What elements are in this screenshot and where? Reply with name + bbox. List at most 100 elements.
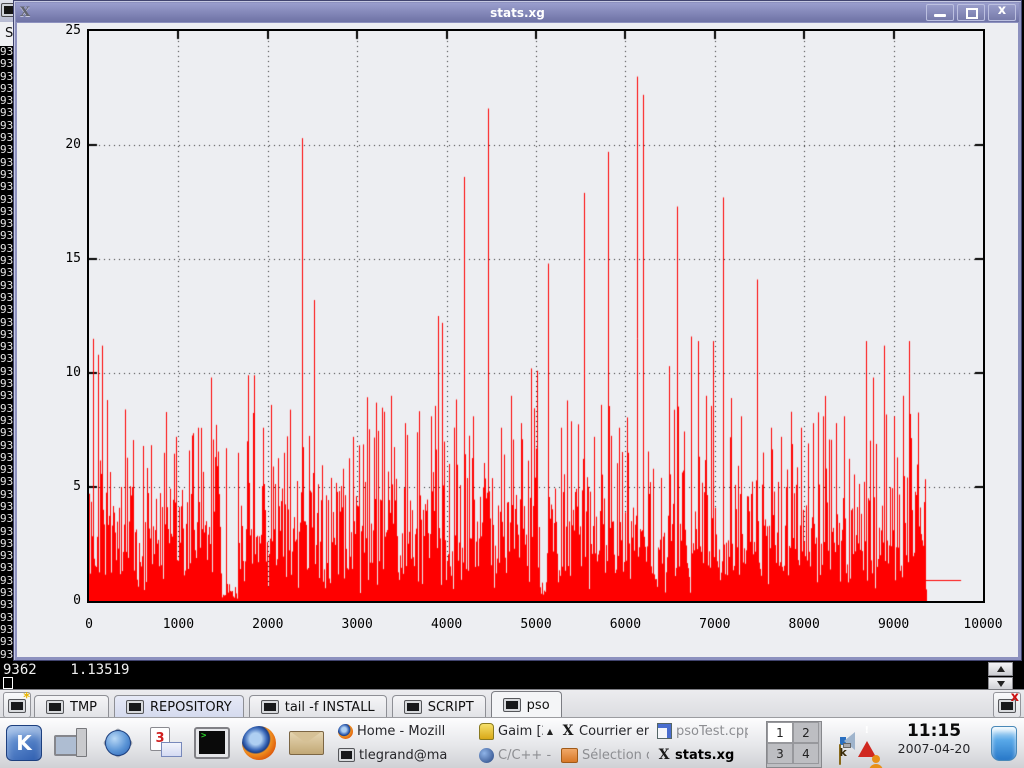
taskbar-entry-label: stats.xg bbox=[675, 748, 734, 763]
x-axis-tick-label: 1000 bbox=[163, 617, 194, 632]
pager-desktop-3[interactable]: 3 bbox=[767, 743, 793, 764]
x-axis-tick-label: 7000 bbox=[699, 617, 730, 632]
xgraph-canvas-area: 0510152025010002000300040005000600070008… bbox=[17, 23, 1018, 657]
clock-date: 2007-04-20 bbox=[884, 741, 984, 756]
tab-label: SCRIPT bbox=[428, 700, 474, 715]
konsole-tab-repository[interactable]: REPOSITORY bbox=[114, 695, 244, 718]
terminal-line: 93 bbox=[0, 476, 14, 488]
taskbar-entry-c-c-make[interactable]: C/C++ - Make bbox=[475, 744, 557, 766]
launcher-konqueror[interactable] bbox=[99, 723, 137, 763]
y-axis-tick-label: 15 bbox=[49, 251, 81, 266]
tab-label: tail -f INSTALL bbox=[285, 700, 375, 715]
minimize-button[interactable] bbox=[926, 4, 954, 21]
kmenu-icon: K bbox=[6, 725, 42, 761]
konsole-menubar[interactable]: S bbox=[0, 22, 14, 46]
chevron-up-icon[interactable]: ▲ bbox=[547, 727, 553, 736]
glass-applet-icon[interactable] bbox=[991, 726, 1017, 761]
plot-canvas[interactable] bbox=[89, 31, 983, 601]
tray-alarm[interactable] bbox=[858, 722, 876, 741]
new-session-spark-icon: * bbox=[23, 691, 30, 706]
konsole-tab-pso[interactable]: pso bbox=[491, 691, 562, 718]
terminal-icon bbox=[261, 700, 279, 714]
xgraph-titlebar[interactable]: X stats.xg bbox=[16, 3, 1019, 22]
y-axis-tick-label: 10 bbox=[49, 365, 81, 380]
terminal-line: 93 bbox=[0, 513, 14, 525]
x-axis-tick-label: 9000 bbox=[878, 617, 909, 632]
x-axis-tick-label: 10000 bbox=[963, 617, 1002, 632]
kate-icon bbox=[657, 723, 672, 739]
taskbar-entry-label: Sélection d'a bbox=[582, 748, 649, 763]
taskbar-entry-label: Gaim [2] bbox=[498, 724, 543, 739]
launcher-kmenu[interactable]: K bbox=[5, 723, 43, 763]
klipper-icon bbox=[839, 744, 841, 765]
konsole-scrollbar[interactable] bbox=[988, 662, 1013, 692]
launcher-kontact[interactable] bbox=[146, 723, 184, 763]
y-axis-tick-label: 5 bbox=[49, 479, 81, 494]
terminal-icon bbox=[126, 700, 144, 714]
pager-desktop-1[interactable]: 1 bbox=[767, 722, 793, 743]
terminal-line: 93 bbox=[0, 58, 14, 70]
y-axis-tick-label: 0 bbox=[49, 593, 81, 608]
terminal-line: 93 bbox=[0, 107, 14, 119]
terminal-line: 93 bbox=[0, 599, 14, 611]
close-session-button[interactable]: x bbox=[993, 692, 1021, 718]
terminal-cursor bbox=[3, 677, 13, 689]
tray-klipper[interactable] bbox=[839, 745, 841, 764]
kmail-icon bbox=[289, 731, 324, 755]
new-session-button[interactable]: * bbox=[3, 692, 31, 718]
ksel-icon bbox=[561, 748, 578, 763]
terminal-line: 93 bbox=[0, 181, 14, 193]
kontact-icon bbox=[148, 727, 182, 759]
pager-desktop-2[interactable]: 2 bbox=[793, 722, 819, 743]
firefox-icon bbox=[242, 726, 276, 760]
terminal-line: 93 bbox=[0, 230, 14, 242]
konsole-tab-tail-f-install[interactable]: tail -f INSTALL bbox=[249, 695, 387, 718]
konqueror-icon bbox=[100, 725, 136, 761]
gaim-icon bbox=[479, 723, 494, 740]
launcher-firefox[interactable] bbox=[240, 723, 278, 763]
y-axis-tick-label: 20 bbox=[49, 137, 81, 152]
taskbar-entry-label: psoTest.cpp - bbox=[676, 724, 748, 739]
close-button[interactable] bbox=[988, 4, 1016, 21]
pager-desktop-4[interactable]: 4 bbox=[793, 743, 819, 764]
desktop: S 93939393939393939393939393939393939393… bbox=[0, 0, 1024, 768]
launcher-system[interactable] bbox=[52, 723, 90, 763]
taskbar-entry-courrier-entr[interactable]: XCourrier entr bbox=[557, 720, 653, 742]
taskbar-entry-psotest-cpp-[interactable]: psoTest.cpp - bbox=[653, 720, 752, 742]
x-axis-tick-label: 3000 bbox=[342, 617, 373, 632]
clock-time: 11:15 bbox=[884, 721, 984, 741]
konsole-tab-tmp[interactable]: TMP bbox=[34, 695, 109, 718]
launcher-konsole[interactable] bbox=[193, 723, 231, 763]
taskbar: Home - Mozill Gaim [2] ▲ XCourrier entr psoT… bbox=[334, 719, 752, 768]
scroll-up-icon[interactable] bbox=[988, 662, 1013, 676]
xgraph-window: X stats.xg 05101520250100020003000400050… bbox=[13, 0, 1022, 661]
taskbar-entry-s-lection-d-a[interactable]: Sélection d'a bbox=[557, 744, 653, 766]
konsole-tab-script[interactable]: SCRIPT bbox=[392, 695, 486, 718]
taskbar-entry-gaim-2-[interactable]: Gaim [2] ▲ bbox=[475, 720, 557, 742]
clock-applet[interactable]: 11:15 2007-04-20 bbox=[884, 721, 984, 756]
terminal-line: 93 bbox=[0, 353, 14, 365]
konsole-icon bbox=[338, 748, 355, 762]
launcher-kmail[interactable] bbox=[287, 723, 325, 763]
tab-label: TMP bbox=[70, 700, 97, 715]
terminal-line: 93 bbox=[0, 649, 14, 661]
x-axis-tick-label: 5000 bbox=[520, 617, 551, 632]
terminal-icon bbox=[503, 698, 521, 712]
system-tray bbox=[826, 720, 880, 767]
tab-label: REPOSITORY bbox=[150, 700, 232, 715]
konsole-last-output: 9362 1.13519 bbox=[3, 662, 129, 678]
taskbar-entry-tlegrand-ma[interactable]: tlegrand@ma bbox=[334, 744, 475, 766]
taskbar-entry-home-mozill[interactable]: Home - Mozill bbox=[334, 720, 475, 742]
maximize-button[interactable] bbox=[957, 4, 985, 21]
taskbar-entry-stats-xg[interactable]: Xstats.xg bbox=[653, 744, 752, 766]
x-axis-tick-label: 8000 bbox=[789, 617, 820, 632]
konsole-icon bbox=[194, 727, 230, 759]
y-axis-tick-label: 25 bbox=[49, 23, 81, 38]
terminal-line: 93 bbox=[0, 144, 14, 156]
terminal-line: 93 bbox=[0, 317, 14, 329]
taskbar-entry-label: tlegrand@ma bbox=[359, 748, 447, 763]
taskbar-entry-label: C/C++ - Make bbox=[498, 748, 553, 763]
tab-label: pso bbox=[527, 698, 550, 713]
konsole-tabs: TMP REPOSITORY tail -f INSTALL SCRIPT pso bbox=[34, 690, 567, 718]
taskbar-entry-label: Courrier entr bbox=[579, 724, 649, 739]
